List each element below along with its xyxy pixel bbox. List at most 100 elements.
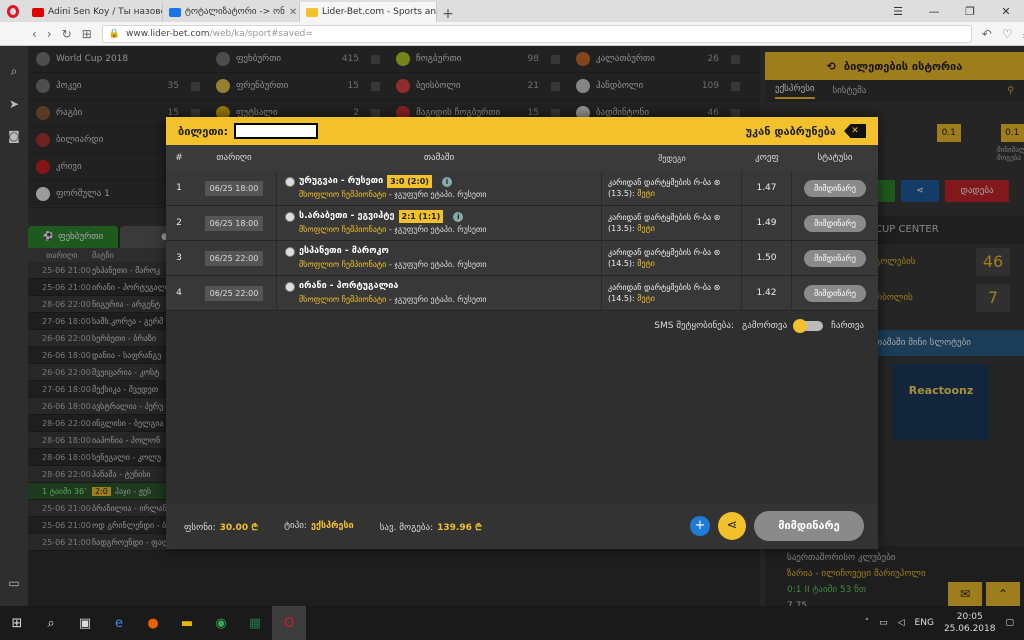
league-stage: - ჯგუფური ეტაპი. რუსეთი <box>388 225 487 234</box>
row-number: 3 <box>176 253 182 263</box>
close-window-icon[interactable]: ✕ <box>988 5 1024 18</box>
speed-dial-icon[interactable]: ⊞ <box>82 27 92 41</box>
row-status: მიმდინარე <box>792 179 878 197</box>
forward-icon[interactable]: › <box>47 27 52 41</box>
footer-buttons: + ⋖ მიმდინარე <box>690 511 864 541</box>
clock[interactable]: 20:05 25.06.2018 <box>944 611 996 635</box>
row-coef: 1.50 <box>742 241 792 275</box>
info-icon: ⊛ <box>713 283 721 292</box>
notifications-icon[interactable]: ▢ <box>1005 618 1014 628</box>
row-outcome: კარიდან დარტყმების რ-ბა ⊛ (13.5): მეტი <box>602 171 742 205</box>
ticket-row: 2 06/25 18:00 ს.არაბეთი - ეგვიპტე 2:1 (1:1)… <box>166 206 878 241</box>
firefox-icon[interactable]: ● <box>136 606 170 640</box>
league-stage: - ჯგუფური ეტაპი. რუსეთი <box>388 190 487 199</box>
event-score: 3:0 (2:0) <box>387 175 432 188</box>
row-event: ირანი - პორტუგალია მსოფლიო ჩემპიონატი - ჯ… <box>276 276 602 310</box>
league-name: მსოფლიო ჩემპიონატი <box>299 190 387 199</box>
address-bar-row: ‹ › ↻ ⊞ 🔒 www.lider-bet.com/web/ka/sport… <box>0 22 1024 46</box>
modal-header: ბილეთი: უკან დაბრუნება ✕ <box>166 117 878 145</box>
share-icon[interactable]: ⋖ <box>718 512 746 540</box>
close-tab-icon[interactable]: ✕ <box>289 7 297 18</box>
league-name: მსოფლიო ჩემპიონატი <box>299 260 387 269</box>
window-controls: ☰ — ❐ ✕ <box>880 0 1024 22</box>
info-icon[interactable]: i <box>453 211 464 222</box>
file-explorer-icon[interactable]: ▬ <box>170 606 204 640</box>
search-icon[interactable]: ⌕ <box>34 606 68 640</box>
new-tab-button[interactable]: + <box>437 6 459 22</box>
row-date: 06/25 18:00 <box>192 215 276 231</box>
row-coef: 1.47 <box>742 171 792 205</box>
windows-start-icon[interactable]: ⊞ <box>0 606 34 640</box>
sidebar-toggle-icon[interactable]: ▭ <box>8 576 19 590</box>
event-name[interactable]: ესპანეთი - მაროკო <box>299 245 389 258</box>
event-name[interactable]: ირანი - პორტუგალია <box>299 280 398 293</box>
snapshot-icon[interactable]: ↶ <box>982 27 992 41</box>
chrome-icon[interactable]: ◉ <box>204 606 238 640</box>
browser-tab-2[interactable]: ტოტალიზატორი -> ონ ✕ <box>163 2 300 22</box>
event-name[interactable]: ს.არაბეთი - ეგვიპტე <box>299 210 395 223</box>
modal-footer: ფსონი: 30.00 ₾ ტიპი: ექსპრესი სავ. მოგება:… <box>166 503 878 549</box>
row-date: 06/25 22:00 <box>192 285 276 301</box>
row-number: 1 <box>176 183 182 193</box>
liderbet-icon <box>306 7 318 17</box>
edge-icon[interactable]: e <box>102 606 136 640</box>
reload-icon[interactable]: ↻ <box>62 27 72 41</box>
lock-icon: 🔒 <box>108 28 120 39</box>
add-icon[interactable]: + <box>690 516 710 536</box>
ticket-rows: 1 06/25 18:00 ურუგვაი - რუსეთი 3:0 (2:0) i მს… <box>166 171 878 311</box>
back-button[interactable]: უკან დაბრუნება ✕ <box>746 124 866 138</box>
row-status: მიმდინარე <box>792 284 878 302</box>
row-event: ს.არაბეთი - ეგვიპტე 2:1 (1:1) i მსოფლიო ჩემ… <box>276 206 602 240</box>
ticket-status-button[interactable]: მიმდინარე <box>754 511 864 541</box>
row-coef: 1.42 <box>742 276 792 310</box>
ticket-row: 1 06/25 18:00 ურუგვაი - რუსეთი 3:0 (2:0) i მს… <box>166 171 878 206</box>
sms-toggle[interactable] <box>793 319 824 333</box>
info-icon[interactable]: i <box>441 176 452 187</box>
tabs-menu-icon[interactable]: ☰ <box>880 5 916 18</box>
url-field[interactable]: 🔒 www.lider-bet.com/web/ka/sport#saved= <box>101 24 972 43</box>
football-icon <box>285 211 295 222</box>
windows-taskbar: ⊞ ⌕ ▣ e ● ▬ ◉ ▦ O ˄ ▭ ◁ ENG 20:05 25.06.… <box>0 606 1024 640</box>
volume-icon[interactable]: ◁ <box>898 618 905 628</box>
event-name[interactable]: ურუგვაი - რუსეთი <box>299 175 383 188</box>
row-date: 06/25 18:00 <box>192 180 276 196</box>
browser-tab-1[interactable]: Adini Sen Koy / Ты назовё ✕ <box>26 2 163 22</box>
network-icon[interactable]: ▭ <box>879 618 888 628</box>
info-icon: ⊛ <box>713 178 721 187</box>
info-icon: ⊛ <box>713 248 721 257</box>
row-event: ესპანეთი - მაროკო მსოფლიო ჩემპიონატი - ჯგ… <box>276 241 602 275</box>
excel-icon[interactable]: ▦ <box>238 606 272 640</box>
row-outcome: კარიდან დარტყმების რ-ბა ⊛ (14.5): მეტი <box>602 241 742 275</box>
tray-chevron-icon[interactable]: ˄ <box>865 618 870 628</box>
row-status: მიმდინარე <box>792 249 878 267</box>
ticket-modal: ბილეთი: უკან დაბრუნება ✕ # თარიღი თამაში… <box>166 117 878 549</box>
sms-toggle-row: SMS შეტყობინება: გამორთვა ჩართვა <box>654 319 864 333</box>
heart-icon[interactable]: ♡ <box>1002 27 1013 41</box>
browser-tab-3[interactable]: Lider-Bet.com - Sports an ✕ <box>300 2 437 22</box>
send-icon[interactable]: ➤ <box>9 97 19 111</box>
language-indicator[interactable]: ENG <box>915 618 934 628</box>
camera-icon[interactable]: ◙ <box>8 129 20 143</box>
opera-menu-icon[interactable] <box>0 0 26 22</box>
win-info: სავ. მოგება: 139.96 ₾ <box>379 522 482 533</box>
system-tray: ˄ ▭ ◁ ENG 20:05 25.06.2018 ▢ <box>865 611 1024 635</box>
search-icon[interactable]: ⌕ <box>11 64 18 79</box>
football-icon <box>285 281 295 292</box>
back-icon[interactable]: ‹ <box>32 27 37 41</box>
league-name: მსოფლიო ჩემპიონატი <box>299 295 387 304</box>
ticket-row: 4 06/25 22:00 ირანი - პორტუგალია მსოფლიო ჩე… <box>166 276 878 311</box>
browser-tabstrip: Adini Sen Koy / Ты назовё ✕ ტოტალიზატორი… <box>0 0 1024 22</box>
site-icon <box>169 7 181 17</box>
row-number: 4 <box>176 288 182 298</box>
row-outcome: კარიდან დარტყმების რ-ბა ⊛ (14.5): მეტი <box>602 276 742 310</box>
ticket-id-redacted <box>234 123 319 139</box>
maximize-icon[interactable]: ❐ <box>952 5 988 18</box>
task-view-icon[interactable]: ▣ <box>68 606 102 640</box>
league-name: მსოფლიო ჩემპიონატი <box>299 225 387 234</box>
stake-info: ფსონი: 30.00 ₾ <box>184 522 259 533</box>
football-icon <box>285 246 295 257</box>
minimize-icon[interactable]: — <box>916 5 952 18</box>
row-status: მიმდინარე <box>792 214 878 232</box>
opera-sidebar: ⌕ ➤ ◙ ▭ <box>0 46 28 606</box>
opera-icon[interactable]: O <box>272 606 306 640</box>
